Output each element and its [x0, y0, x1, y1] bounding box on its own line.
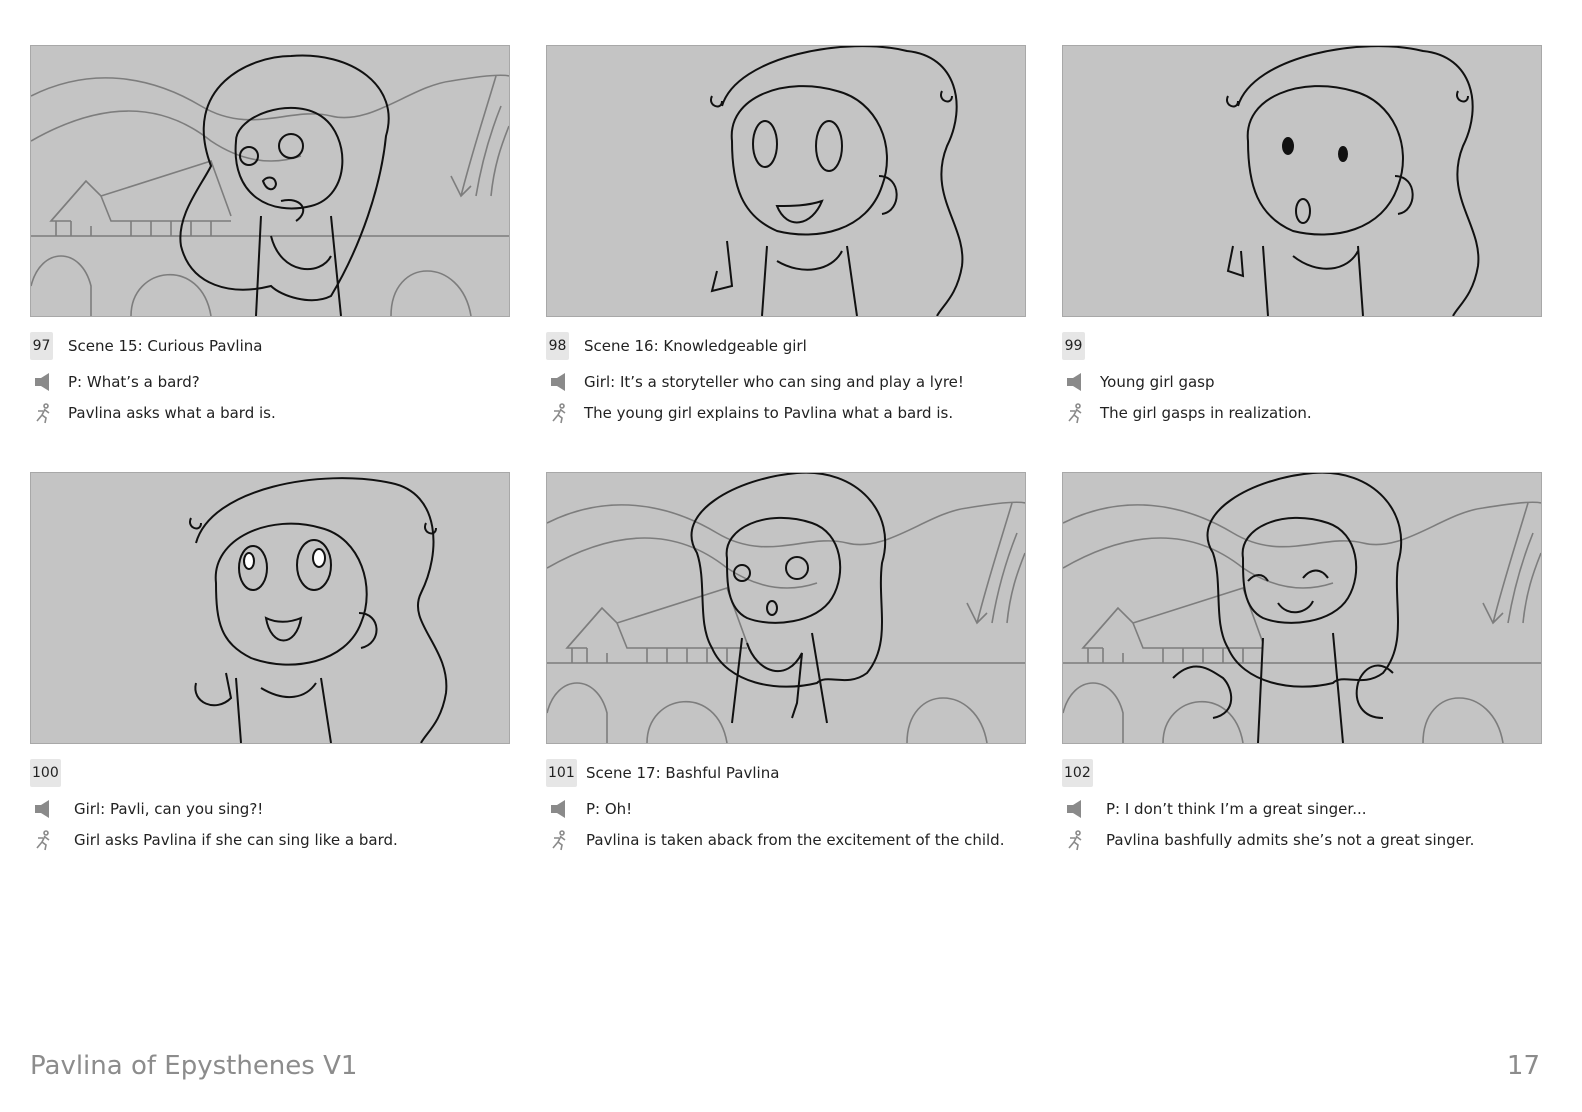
panel-sketch-image [547, 473, 1025, 743]
dialogue-text: Girl: Pavli, can you sing?! [74, 800, 264, 818]
speaker-icon [1067, 373, 1081, 391]
speaker-icon [551, 800, 565, 818]
panel-sketch-frame[interactable] [1062, 45, 1542, 317]
panel-number: 99 [1062, 332, 1085, 360]
page-number: 17 [1506, 1051, 1540, 1081]
panel-number: 98 [546, 332, 569, 360]
panel-sketch-frame[interactable] [30, 472, 510, 744]
dialogue-text: P: Oh! [586, 800, 633, 818]
action-text: The young girl explains to Pavlina what … [584, 404, 954, 422]
running-figure-icon [552, 403, 566, 424]
panel-sketch-frame[interactable] [546, 45, 1026, 317]
speaker-icon [35, 373, 49, 391]
speaker-icon [1067, 800, 1081, 818]
panel-sketch-frame[interactable] [546, 472, 1026, 744]
panel-number: 102 [1062, 759, 1093, 787]
running-figure-icon [36, 830, 50, 851]
action-text: The girl gasps in realization. [1100, 404, 1312, 422]
panel-number: 100 [30, 759, 61, 787]
storyboard-panel-97: 97 Scene 15: Curious Pavlina P: What’s a… [30, 45, 510, 429]
storyboard-panel-102: 102 P: I don’t think I’m a great singer.… [1062, 472, 1542, 856]
scene-title: Scene 17: Bashful Pavlina [586, 764, 780, 782]
panel-sketch-image [710, 46, 964, 316]
dialogue-text: P: I don’t think I’m a great singer... [1106, 800, 1367, 818]
running-figure-icon [552, 830, 566, 851]
action-text: Girl asks Pavlina if she can sing like a… [74, 831, 398, 849]
action-text: Pavlina asks what a bard is. [68, 404, 276, 422]
running-figure-icon [36, 403, 50, 424]
storyboard-panel-98: 98 Scene 16: Knowledgeable girl Girl: It… [546, 45, 1026, 429]
panel-sketch-image [1226, 46, 1480, 316]
running-figure-icon [1068, 403, 1082, 424]
storyboard-panel-100: 100 Girl: Pavli, can you sing?! Girl ask… [30, 472, 510, 856]
dialogue-text: Young girl gasp [1100, 373, 1215, 391]
storyboard-panel-99: 99 Young girl gasp The girl gasps in rea… [1062, 45, 1542, 429]
speaker-icon [35, 800, 49, 818]
action-text: Pavlina is taken aback from the exciteme… [586, 831, 1005, 849]
panel-sketch-image [31, 54, 509, 316]
scene-title: Scene 15: Curious Pavlina [68, 337, 263, 355]
panel-sketch-frame[interactable] [30, 45, 510, 317]
document-title: Pavlina of Epysthenes V1 [30, 1051, 358, 1081]
panel-number: 97 [30, 332, 53, 360]
panel-sketch-image [189, 477, 448, 743]
panel-sketch-frame[interactable] [1062, 472, 1542, 744]
dialogue-text: P: What’s a bard? [68, 373, 200, 391]
panel-number: 101 [546, 759, 577, 787]
action-text: Pavlina bashfully admits she’s not a gre… [1106, 831, 1475, 849]
running-figure-icon [1068, 830, 1082, 851]
dialogue-text: Girl: It’s a storyteller who can sing an… [584, 373, 964, 391]
panel-sketch-image [1063, 473, 1541, 743]
storyboard-panel-101: 101 Scene 17: Bashful Pavlina P: Oh! Pav… [546, 472, 1026, 856]
scene-title: Scene 16: Knowledgeable girl [584, 337, 807, 355]
speaker-icon [551, 373, 565, 391]
